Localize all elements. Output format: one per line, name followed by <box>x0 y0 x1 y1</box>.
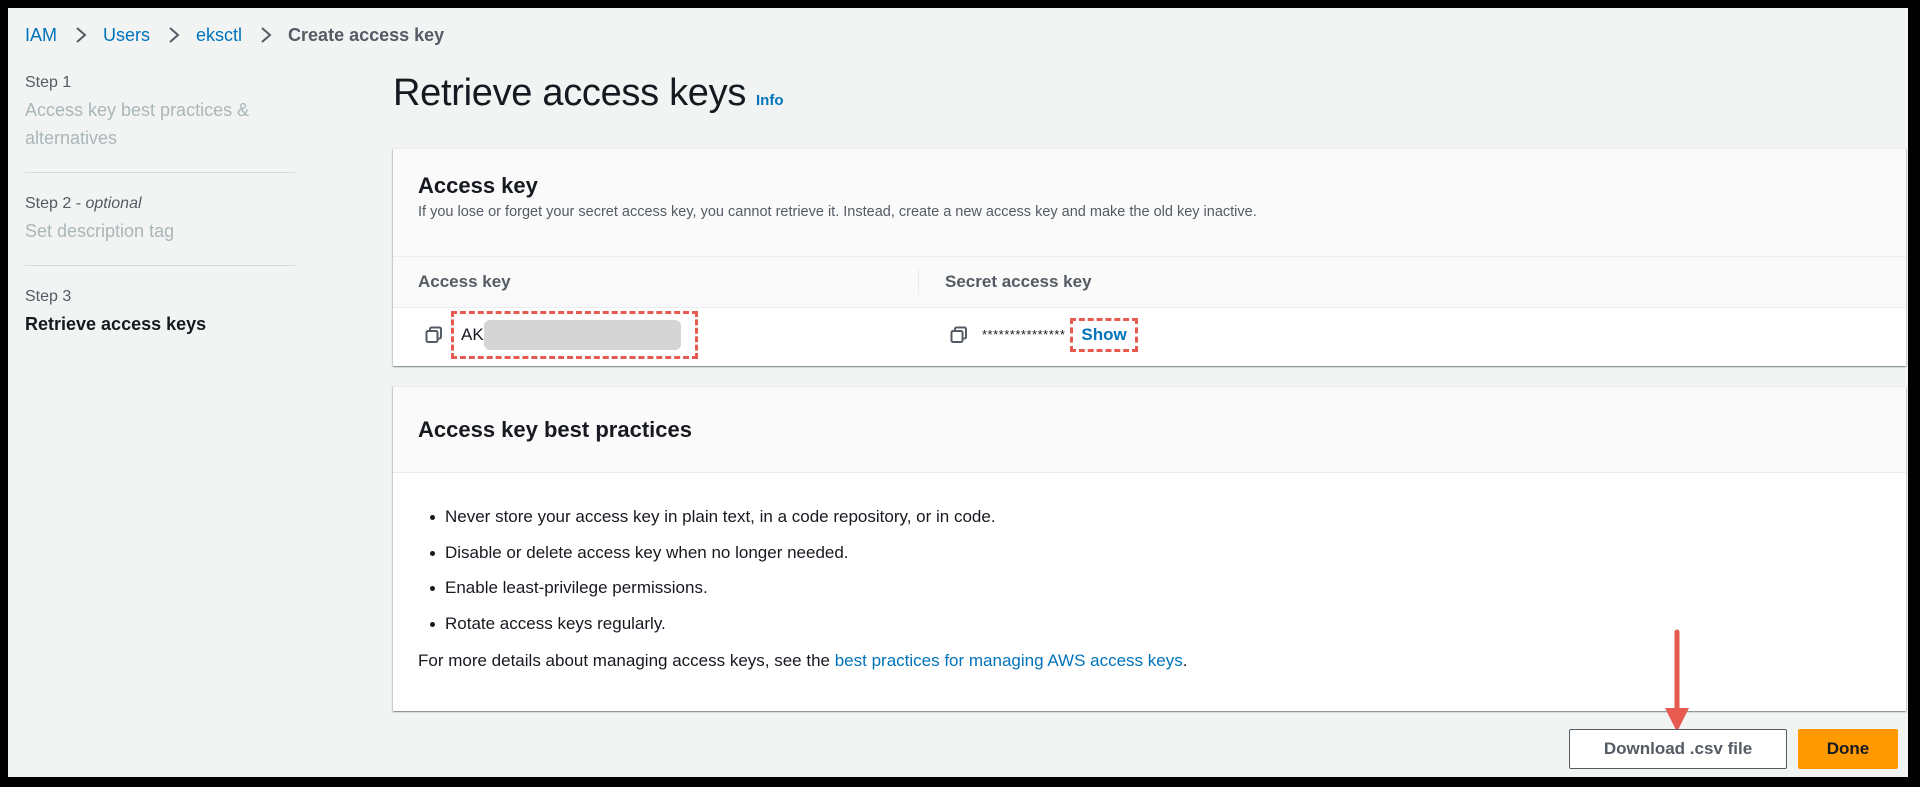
chevron-right-icon <box>258 26 274 44</box>
breadcrumb-eksctl[interactable]: eksctl <box>196 25 242 46</box>
key-table-row: AK *************** Show <box>393 308 1906 361</box>
step-number: Step 2 - optional <box>25 195 142 212</box>
card-header: Access key If you lose or forget your se… <box>393 149 1906 257</box>
card-title: Access key best practices <box>418 416 692 442</box>
wizard-step-2: Step 2 - optional Set description tag <box>25 193 295 266</box>
page-header: Retrieve access keys Info <box>393 72 784 115</box>
page-title: Retrieve access keys <box>393 72 747 114</box>
step-number: Step 1 <box>25 74 72 91</box>
card-description: If you lose or forget your secret access… <box>418 204 1257 220</box>
list-item: Never store your access key in plain tex… <box>418 499 1881 535</box>
access-key-highlight: AK <box>451 310 698 359</box>
breadcrumb-users[interactable]: Users <box>103 25 150 46</box>
show-highlight: Show <box>1070 317 1138 352</box>
info-link[interactable]: Info <box>756 92 784 109</box>
chevron-right-icon <box>73 26 89 44</box>
list-item: Enable least-privilege permissions. <box>418 570 1881 606</box>
card-title: Access key <box>418 173 538 198</box>
wizard-steps: Step 1 Access key best practices & alter… <box>25 72 295 378</box>
list-item: Disable or delete access key when no lon… <box>418 535 1881 571</box>
download-csv-button[interactable]: Download .csv file <box>1569 729 1787 769</box>
wizard-step-1: Step 1 Access key best practices & alter… <box>25 72 295 173</box>
access-key-cell: AK <box>393 308 918 361</box>
copy-icon[interactable] <box>950 326 968 344</box>
copy-icon[interactable] <box>425 326 443 344</box>
column-header-access-key: Access key <box>418 272 511 291</box>
breadcrumb-current: Create access key <box>288 24 445 45</box>
chevron-right-icon <box>166 26 182 44</box>
step-number: Step 3 <box>25 288 72 305</box>
access-key-card: Access key If you lose or forget your se… <box>393 148 1906 366</box>
column-header-secret-access-key: Secret access key <box>918 257 1906 307</box>
best-practices-list: Never store your access key in plain tex… <box>418 499 1881 641</box>
annotation-arrow-icon <box>1664 628 1690 734</box>
secret-access-key-cell: *************** Show <box>918 308 1906 361</box>
more-details-text: For more details about managing access k… <box>418 651 1188 670</box>
done-button[interactable]: Done <box>1798 729 1898 769</box>
step-title: Access key best practices & alternatives <box>25 100 250 148</box>
access-key-value: AK <box>461 324 484 344</box>
card-header: Access key best practices <box>393 387 1906 473</box>
breadcrumb-iam[interactable]: IAM <box>25 25 57 46</box>
breadcrumb: IAM Users eksctl Create access key <box>25 22 444 48</box>
best-practices-link[interactable]: best practices for managing AWS access k… <box>835 651 1183 670</box>
secret-key-mask: *************** <box>982 327 1066 342</box>
app-frame: IAM Users eksctl Create access key Step … <box>8 8 1908 777</box>
key-table-header: Access key Secret access key <box>393 257 1906 308</box>
show-secret-button[interactable]: Show <box>1081 325 1126 345</box>
access-key-redaction <box>483 319 681 350</box>
list-item: Rotate access keys regularly. <box>418 606 1881 642</box>
step-title-active: Retrieve access keys <box>25 314 207 334</box>
step-title: Set description tag <box>25 221 175 241</box>
wizard-step-3: Step 3 Retrieve access keys <box>25 286 295 358</box>
step-optional-label: optional <box>85 195 142 212</box>
